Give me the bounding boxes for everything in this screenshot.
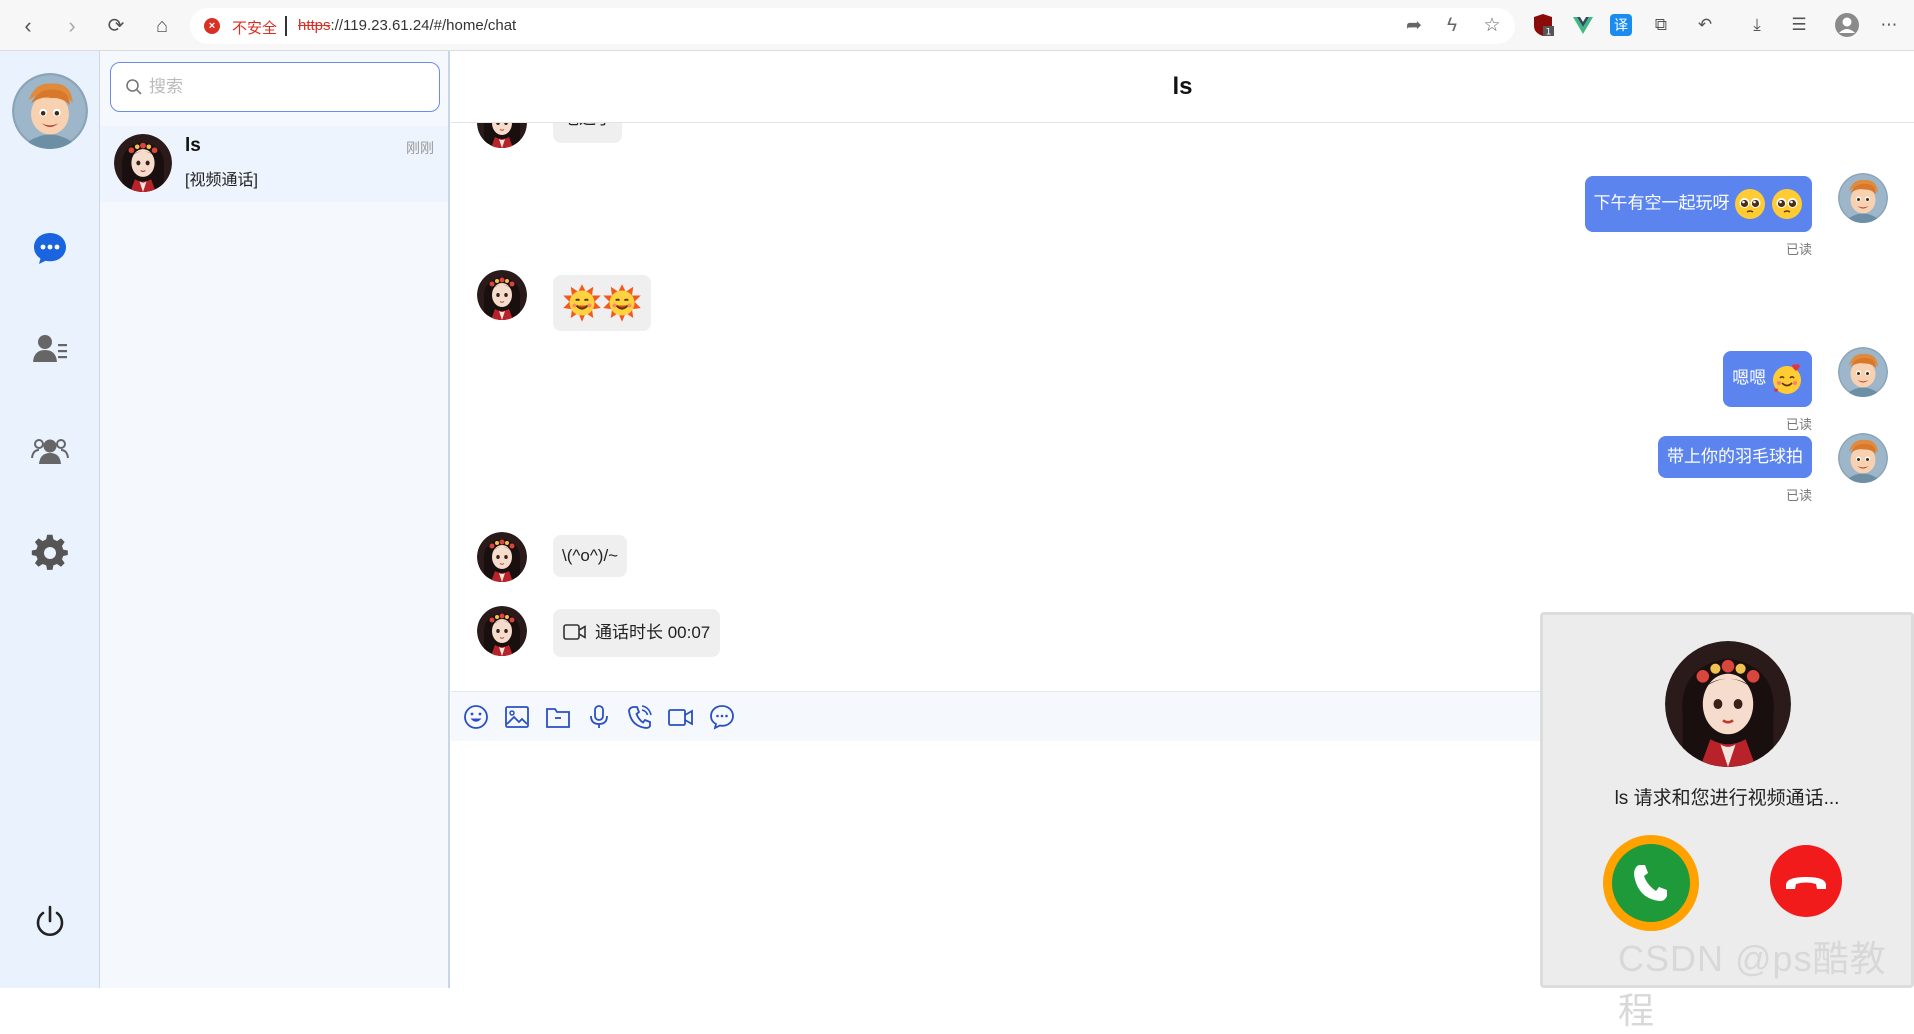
url-path: ://119.23.61.24/#/home/chat <box>330 17 517 34</box>
user-avatar <box>1838 347 1888 397</box>
pleading-emoji-icon <box>1771 188 1803 220</box>
url-scheme: https <box>298 17 331 34</box>
download-icon[interactable]: ⤓ <box>1744 12 1770 38</box>
search-input[interactable] <box>149 73 419 101</box>
sun-emoji-icon <box>562 283 602 323</box>
share-icon[interactable]: ➦ <box>1402 14 1426 38</box>
groups-nav-icon[interactable] <box>30 431 70 471</box>
message-bubble: 带上你的羽毛球拍 <box>1658 436 1812 478</box>
extensions-icon[interactable]: ⧉ <box>1648 12 1674 38</box>
accept-call-inner[interactable] <box>1612 844 1690 922</box>
image-icon[interactable] <box>504 704 530 730</box>
call-record-bubble[interactable]: 通话时长 00:07 <box>553 609 721 657</box>
insecure-icon[interactable]: × <box>204 18 220 34</box>
conversation-item[interactable]: ls 刚刚 [视频通话] <box>100 126 448 202</box>
message-text: 下午有空一起玩呀 <box>1593 193 1730 213</box>
extension-badge: 1 <box>1546 28 1552 38</box>
emoji-icon[interactable] <box>463 704 489 730</box>
folder-icon[interactable] <box>545 704 571 730</box>
profile-icon[interactable] <box>1834 12 1860 38</box>
power-icon[interactable] <box>30 902 70 942</box>
contacts-nav-icon[interactable] <box>30 329 70 369</box>
chat-nav-icon[interactable] <box>30 228 70 268</box>
message-text: 通话时长 00:07 <box>595 623 711 642</box>
video-camera-icon <box>563 624 586 640</box>
hang-up-icon <box>1786 877 1826 889</box>
phone-icon <box>1634 865 1667 901</box>
user-avatar <box>1838 433 1888 483</box>
caller-avatar <box>1665 641 1791 767</box>
message-bubble: 下午有空一起玩呀 <box>1584 176 1812 232</box>
contact-avatar <box>477 606 527 656</box>
conversation-list: ls 刚刚 [视频通话] <box>100 51 450 988</box>
more-icon[interactable]: ⋯ <box>1876 12 1902 38</box>
translate-icon[interactable]: 译 <box>1610 14 1632 36</box>
message-bubble: 嗯嗯 <box>1723 351 1812 407</box>
undo-icon[interactable]: ↶ <box>1692 12 1718 38</box>
chat-header: ls <box>451 51 1914 123</box>
conversation-time: 刚刚 <box>406 140 434 156</box>
message-text: 嗯嗯 <box>1732 368 1767 388</box>
message-bubble <box>553 275 651 331</box>
pleading-emoji-icon <box>1734 188 1766 220</box>
contact-avatar <box>477 532 527 582</box>
reload-icon[interactable]: ⟳ <box>100 10 132 42</box>
nav-rail <box>0 51 100 988</box>
accept-call-button[interactable] <box>1603 835 1699 931</box>
watermark: CSDN @ps酷教程 <box>1618 938 1887 1031</box>
sun-emoji-icon <box>602 283 642 323</box>
read-status: 已读 <box>1785 488 1812 503</box>
read-status: 已读 <box>1785 417 1812 432</box>
url-text[interactable]: https://119.23.61.24/#/home/chat <box>298 17 516 34</box>
forward-icon[interactable]: › <box>56 10 88 42</box>
call-request-text: ls 请求和您进行视频通话... <box>1614 788 1840 809</box>
user-avatar <box>1838 173 1888 223</box>
search-box[interactable] <box>110 62 440 112</box>
decline-call-button[interactable] <box>1770 845 1842 917</box>
vue-devtools-icon[interactable] <box>1570 12 1596 38</box>
browser-toolbar: ‹ › ⟳ ⌂ × 不安全 https://119.23.61.24/#/hom… <box>0 0 1914 51</box>
contact-name: ls <box>185 135 201 156</box>
address-bar[interactable]: × 不安全 https://119.23.61.24/#/home/chat ➦… <box>190 8 1515 44</box>
lightning-icon[interactable]: ϟ <box>1440 14 1464 38</box>
contact-avatar <box>114 134 172 192</box>
contact-avatar <box>477 270 527 320</box>
address-divider <box>285 16 287 36</box>
back-icon[interactable]: ‹ <box>12 10 44 42</box>
read-status: 已读 <box>1785 242 1812 257</box>
ublock-icon[interactable]: 1 <box>1530 12 1556 38</box>
smiling-hearts-emoji-icon <box>1771 363 1803 395</box>
conversation-preview: [视频通话] <box>185 172 258 189</box>
collections-icon[interactable]: ☰ <box>1786 12 1812 38</box>
chat-bubble-icon[interactable] <box>709 704 735 730</box>
user-avatar[interactable] <box>12 73 88 149</box>
contact-avatar <box>477 123 527 148</box>
message-bubble: 吃过了 <box>553 123 622 143</box>
home-icon[interactable]: ⌂ <box>146 10 178 42</box>
phone-call-icon[interactable] <box>627 704 653 730</box>
video-call-icon[interactable] <box>668 704 694 730</box>
message-bubble: \(^o^)/~ <box>553 535 628 577</box>
microphone-icon[interactable] <box>586 704 612 730</box>
search-icon <box>126 79 142 95</box>
message-list: 吃过了 下午有空一起玩呀 已读 嗯嗯 已读 带上你的羽毛球拍 已读 \(^o^)… <box>451 123 1914 691</box>
chat-title: ls <box>1172 73 1193 100</box>
star-icon[interactable]: ☆ <box>1480 14 1504 38</box>
settings-icon[interactable] <box>30 533 70 573</box>
security-label[interactable]: 不安全 <box>232 17 277 38</box>
